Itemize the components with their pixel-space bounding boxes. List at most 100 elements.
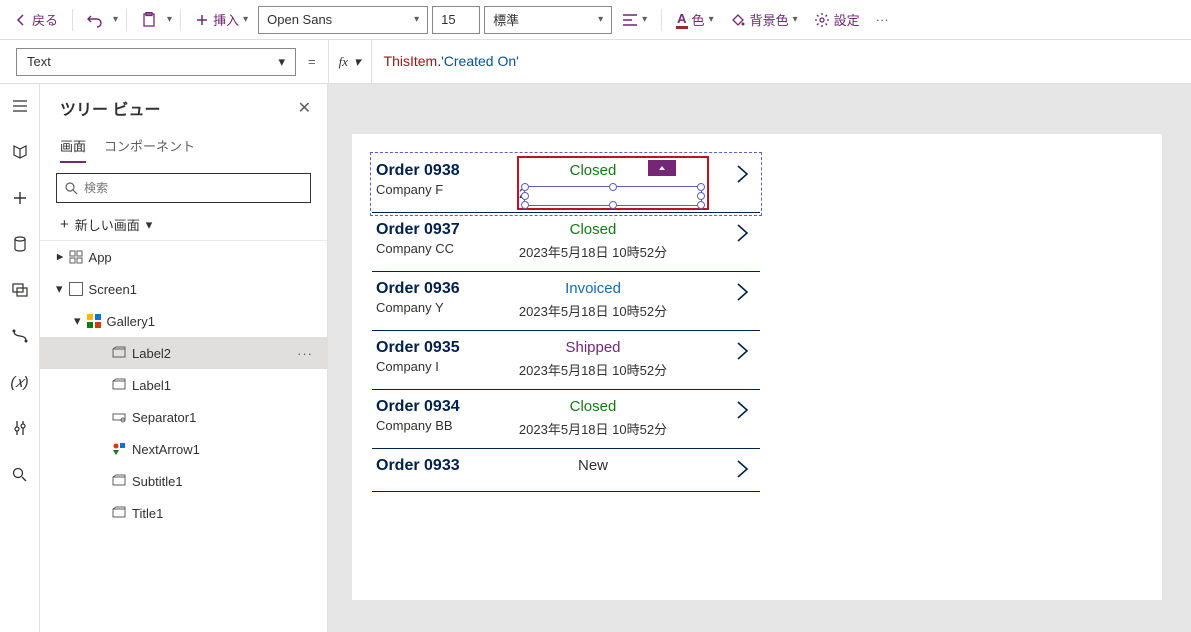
treeview-panel: ツリー ビュー ✕ 画面 コンポーネント + 新しい画面 ▾ ▾ App ▾ S… <box>40 84 328 632</box>
canvas-area: Order 0938 Company F Closed 2023年5月18日 1… <box>328 84 1191 632</box>
row-date: 2023年5月18日 10時52分 <box>508 360 678 379</box>
settings-button[interactable]: 設定 <box>808 6 866 34</box>
tree-node-screen1[interactable]: ▾ Screen1 <box>40 273 327 305</box>
row-subtitle: Company CC <box>376 241 508 256</box>
chevron-right-icon <box>734 457 752 481</box>
tree-label: Label1 <box>132 378 171 393</box>
data-icon[interactable] <box>4 228 36 260</box>
back-button[interactable]: 戻る <box>8 6 64 34</box>
variables-icon[interactable]: (𝑥) <box>4 366 36 398</box>
undo-button[interactable] <box>81 6 109 34</box>
tree-search-input[interactable] <box>84 181 302 195</box>
insert-button[interactable]: 挿入 ▾ <box>189 6 254 34</box>
tree-node-label1[interactable]: Label1 <box>40 369 327 401</box>
paste-button[interactable] <box>135 6 163 34</box>
tree-node-label2[interactable]: Label2 ··· <box>40 337 327 369</box>
tab-screens[interactable]: 画面 <box>60 130 86 163</box>
search-rail-icon[interactable] <box>4 458 36 490</box>
bgcolor-button[interactable]: 背景色 ▾ <box>724 6 804 34</box>
equals-label: = <box>296 54 328 69</box>
insert-label: 挿入 <box>213 10 239 29</box>
row-next[interactable] <box>678 162 756 186</box>
align-button[interactable]: ▾ <box>616 6 653 34</box>
tools-icon[interactable] <box>4 412 36 444</box>
label-icon <box>112 506 126 520</box>
formula-bar: Text ▾ = fx ▾ ThisItem.'Created On' <box>0 40 1191 84</box>
new-screen-button[interactable]: + 新しい画面 ▾ <box>40 209 327 240</box>
fontweight-value: 標準 <box>493 10 519 29</box>
chevron-right-icon <box>734 221 752 245</box>
tree-node-gallery1[interactable]: ▾ Gallery1 <box>40 305 327 337</box>
row-text: Order 0938 Company F <box>376 162 508 197</box>
separator <box>72 9 73 31</box>
close-icon[interactable]: ✕ <box>298 98 311 118</box>
tree-label: Gallery1 <box>107 314 155 329</box>
row-status-col: New <box>508 457 678 478</box>
property-selector[interactable]: Text ▾ <box>16 48 296 76</box>
fontweight-select[interactable]: 標準 ▾ <box>484 6 612 34</box>
row-title: Order 0933 <box>376 457 508 475</box>
row-status: Invoiced <box>508 280 678 297</box>
insert-rail-icon[interactable] <box>4 182 36 214</box>
tree-node-nextarrow1[interactable]: NextArrow1 <box>40 433 327 465</box>
font-value: Open Sans <box>267 12 332 27</box>
app-canvas[interactable]: Order 0938 Company F Closed 2023年5月18日 1… <box>352 134 1162 600</box>
row-status-col: Shipped 2023年5月18日 10時52分 <box>508 339 678 379</box>
hamburger-icon[interactable] <box>4 90 36 122</box>
main-area: (𝑥) ツリー ビュー ✕ 画面 コンポーネント + 新しい画面 ▾ ▾ App <box>0 84 1191 632</box>
chevron-down-icon: ▾ <box>74 313 81 329</box>
row-next[interactable] <box>678 221 756 245</box>
row-status-col: Closed 2023年5月18日 10時52分 <box>508 398 678 438</box>
media-icon[interactable] <box>4 274 36 306</box>
tree-label: Title1 <box>132 506 163 521</box>
chevron-right-icon <box>734 398 752 422</box>
row-subtitle: Company Y <box>376 300 508 315</box>
font-select[interactable]: Open Sans ▾ <box>258 6 428 34</box>
left-rail: (𝑥) <box>0 84 40 632</box>
selection-tag[interactable] <box>648 160 676 176</box>
row-subtitle: Company BB <box>376 418 508 433</box>
row-next[interactable] <box>678 457 756 481</box>
fontcolor-button[interactable]: A 色 ▾ <box>670 6 719 34</box>
gallery-row[interactable]: Order 0934 Company BB Closed 2023年5月18日 … <box>372 390 760 449</box>
gallery-row[interactable]: Order 0933 New <box>372 449 760 492</box>
label2-selection[interactable] <box>524 186 702 206</box>
row-title: Order 0937 <box>376 221 508 239</box>
treeview-icon[interactable] <box>4 136 36 168</box>
tab-components[interactable]: コンポーネント <box>104 130 195 163</box>
tree-search[interactable] <box>56 173 311 203</box>
row-next[interactable] <box>678 339 756 363</box>
undo-chevron[interactable]: ▾ <box>113 14 118 25</box>
ribbon-toolbar: 戻る ▾ ▾ 挿入 ▾ Open Sans ▾ 15 標準 ▾ ▾ A 色 ▾ … <box>0 0 1191 40</box>
tree-node-app[interactable]: ▾ App <box>40 241 327 273</box>
fontsize-input[interactable]: 15 <box>432 6 480 34</box>
row-status: Closed <box>508 398 678 415</box>
flow-icon[interactable] <box>4 320 36 352</box>
row-next[interactable] <box>678 398 756 422</box>
row-title: Order 0935 <box>376 339 508 357</box>
tree-label: NextArrow1 <box>132 442 200 457</box>
formula-token1: ThisItem <box>384 53 438 69</box>
fx-button[interactable]: fx ▾ <box>328 40 372 84</box>
formula-input[interactable]: ThisItem.'Created On' <box>372 53 519 70</box>
row-text: Order 0933 <box>376 457 508 477</box>
gallery-row[interactable]: Order 0935 Company I Shipped 2023年5月18日 … <box>372 331 760 390</box>
fontsize-value: 15 <box>441 12 455 27</box>
tree-node-separator1[interactable]: Separator1 <box>40 401 327 433</box>
row-title: Order 0934 <box>376 398 508 416</box>
chevron-right-icon <box>734 280 752 304</box>
tree-label: Screen1 <box>89 282 137 297</box>
gallery-row[interactable]: Order 0936 Company Y Invoiced 2023年5月18日… <box>372 272 760 331</box>
row-next[interactable] <box>678 280 756 304</box>
tree-node-subtitle1[interactable]: Subtitle1 <box>40 465 327 497</box>
settings-label: 設定 <box>834 10 860 29</box>
gallery-row[interactable]: Order 0937 Company CC Closed 2023年5月18日 … <box>372 213 760 272</box>
separator <box>180 9 181 31</box>
tree-label: Label2 <box>132 346 171 361</box>
overflow-button[interactable]: ··· <box>870 6 895 34</box>
paste-chevron[interactable]: ▾ <box>167 14 172 25</box>
tree-node-title1[interactable]: Title1 <box>40 497 327 529</box>
tree-label: App <box>89 250 112 265</box>
color-label: 色 <box>692 10 705 29</box>
more-icon[interactable]: ··· <box>297 346 327 361</box>
